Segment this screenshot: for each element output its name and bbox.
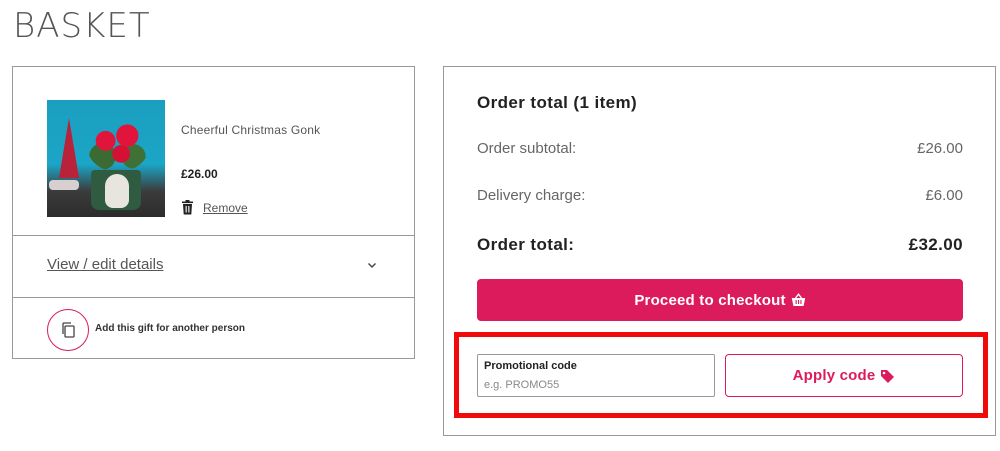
copy-icon[interactable]	[47, 309, 89, 351]
remove-button[interactable]: Remove	[181, 200, 248, 215]
basket-item: Cheerful Christmas Gonk £26.00 Remove	[13, 67, 414, 235]
promo-code-input[interactable]	[484, 377, 706, 393]
product-image[interactable]	[47, 100, 165, 217]
view-edit-details-link[interactable]: View / edit details	[47, 256, 163, 273]
basket-icon	[791, 293, 805, 306]
order-summary: Order total (1 item) Order subtotal: £26…	[443, 66, 996, 436]
delivery-label: Delivery charge:	[477, 187, 586, 204]
add-gift-for-another-person[interactable]: Add this gift for another person	[13, 298, 414, 358]
subtotal-row: Order subtotal: £26.00	[477, 140, 963, 157]
product-price: £26.00	[181, 167, 218, 181]
basket-item-card: Cheerful Christmas Gonk £26.00 Remove Vi…	[12, 66, 415, 359]
promo-code-label: Promotional code	[484, 360, 577, 372]
page-title: BASKET	[13, 6, 151, 46]
delivery-row: Delivery charge: £6.00	[477, 187, 963, 204]
subtotal-label: Order subtotal:	[477, 140, 577, 157]
apply-code-button[interactable]: Apply code	[725, 354, 963, 397]
order-total-value: £32.00	[908, 235, 963, 254]
proceed-to-checkout-button[interactable]: Proceed to checkout	[477, 279, 963, 321]
gift-label[interactable]: Add this gift for another person	[95, 323, 245, 334]
apply-code-label: Apply code	[792, 367, 876, 384]
order-total-label: Order total:	[477, 235, 575, 254]
view-edit-details-toggle[interactable]: View / edit details	[13, 236, 414, 297]
order-total-row: Order total: £32.00	[477, 235, 963, 255]
delivery-value: £6.00	[925, 187, 963, 204]
checkout-label: Proceed to checkout	[634, 291, 786, 309]
order-summary-title: Order total (1 item)	[477, 93, 638, 112]
trash-icon	[182, 200, 193, 215]
subtotal-value: £26.00	[917, 140, 963, 157]
chevron-down-icon	[368, 263, 376, 268]
product-name[interactable]: Cheerful Christmas Gonk	[181, 123, 320, 137]
remove-link[interactable]: Remove	[203, 201, 248, 215]
promo-code-field[interactable]: Promotional code	[477, 354, 715, 397]
tag-icon	[881, 369, 895, 383]
